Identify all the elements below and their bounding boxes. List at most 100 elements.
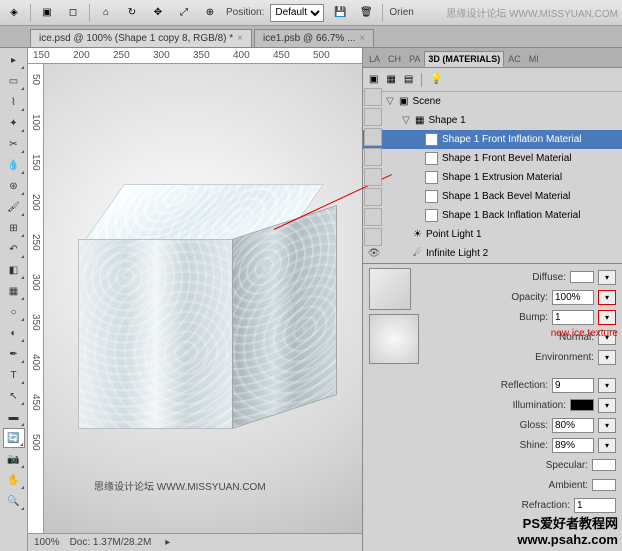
orien-label: Orien bbox=[389, 7, 413, 18]
stamp-tool[interactable]: ⊞ bbox=[3, 218, 25, 238]
illumination-texture-icon[interactable]: ▾ bbox=[598, 398, 616, 413]
gloss-label: Gloss: bbox=[425, 420, 548, 431]
dodge-tool[interactable]: ◐ bbox=[3, 323, 25, 343]
shine-input[interactable] bbox=[552, 438, 594, 453]
tool-preset-icon[interactable]: ◈ bbox=[4, 3, 24, 23]
tab-ice-psd[interactable]: ice.psd @ 100% (Shape 1 copy 8, RGB/8) *… bbox=[30, 29, 252, 47]
panels: LA CH PA 3D (MATERIALS) AC MI ▣ ▦ ▤ 💡 👁▽… bbox=[362, 48, 622, 551]
bump-label: Bump: bbox=[425, 312, 548, 323]
crop-tool[interactable]: ✂ bbox=[3, 134, 25, 154]
material-front-bevel[interactable]: Shape 1 Front Bevel Material bbox=[363, 149, 622, 168]
bump-input[interactable] bbox=[552, 310, 594, 325]
heal-tool[interactable]: ⊛ bbox=[3, 176, 25, 196]
material-extrusion[interactable]: Shape 1 Extrusion Material bbox=[363, 168, 622, 187]
refraction-input[interactable] bbox=[574, 498, 616, 513]
watermark-bottom: PS爱好者教程网 www.psahz.com bbox=[517, 513, 618, 547]
eraser-tool[interactable]: ◧ bbox=[3, 260, 25, 280]
opacity-input[interactable] bbox=[552, 290, 594, 305]
tab-channels[interactable]: CH bbox=[384, 51, 405, 67]
cube-wire-icon[interactable]: ◻ bbox=[63, 3, 83, 23]
close-icon[interactable]: × bbox=[359, 33, 365, 44]
save-preset-icon[interactable]: 💾 bbox=[330, 3, 350, 23]
illumination-label: Illumination: bbox=[425, 400, 566, 411]
collapsed-panel-icon[interactable] bbox=[364, 168, 382, 186]
filter-light-icon[interactable]: 💡 bbox=[430, 74, 442, 85]
delete-preset-icon[interactable]: 🗑 bbox=[356, 3, 376, 23]
history-brush-tool[interactable]: ↶ bbox=[3, 239, 25, 259]
shine-texture-icon[interactable]: ▾ bbox=[598, 438, 616, 453]
diffuse-swatch[interactable] bbox=[570, 271, 594, 283]
ambient-swatch[interactable] bbox=[592, 479, 616, 491]
options-bar: ◈ ▣ ◻ ⌂ ↻ ✥ ⤢ ⊕ Position: Default 💾 🗑 Or… bbox=[0, 0, 622, 26]
pen-tool[interactable]: ✒ bbox=[3, 344, 25, 364]
rotate-icon[interactable]: ↻ bbox=[122, 3, 142, 23]
marquee-tool[interactable]: ▭ bbox=[3, 71, 25, 91]
material-back-inflation[interactable]: Shape 1 Back Inflation Material bbox=[363, 206, 622, 225]
blur-tool[interactable]: ○ bbox=[3, 302, 25, 322]
tab-actions[interactable]: AC bbox=[504, 51, 525, 67]
collapsed-panel-icon[interactable] bbox=[364, 128, 382, 146]
close-icon[interactable]: × bbox=[237, 33, 243, 44]
shape-node[interactable]: 👁▽▦Shape 1 bbox=[363, 111, 622, 130]
move-tool[interactable]: ▸ bbox=[3, 50, 25, 70]
tab-3d-materials[interactable]: 3D (MATERIALS) bbox=[424, 51, 504, 67]
collapsed-panel-icon[interactable] bbox=[364, 108, 382, 126]
illumination-swatch[interactable] bbox=[570, 399, 594, 411]
home-icon[interactable]: ⌂ bbox=[96, 3, 116, 23]
3d-rotate-tool[interactable]: 🔄 bbox=[3, 428, 25, 448]
light-point[interactable]: 👁☀Point Light 1 bbox=[363, 225, 622, 244]
gloss-input[interactable] bbox=[552, 418, 594, 433]
wand-tool[interactable]: ✦ bbox=[3, 113, 25, 133]
zoom-icon[interactable]: ⊕ bbox=[200, 3, 220, 23]
environment-texture-icon[interactable]: ▾ bbox=[598, 350, 616, 365]
diffuse-texture-icon[interactable]: ▾ bbox=[598, 270, 616, 285]
ambient-label: Ambient: bbox=[425, 480, 588, 491]
ruler-horizontal: 150200250300350400450500 bbox=[28, 48, 362, 64]
zoom-tool[interactable]: 🔍 bbox=[3, 491, 25, 511]
collapsed-panel-icon[interactable] bbox=[364, 188, 382, 206]
collapsed-panel-icon[interactable] bbox=[364, 148, 382, 166]
tab-ice1-psb[interactable]: ice1.psb @ 66.7% ...× bbox=[254, 29, 374, 47]
material-front-inflation[interactable]: Shape 1 Front Inflation Material bbox=[363, 130, 622, 149]
gradient-tool[interactable]: ▦ bbox=[3, 281, 25, 301]
shape-tool[interactable]: ▬ bbox=[3, 407, 25, 427]
specular-swatch[interactable] bbox=[592, 459, 616, 471]
gloss-texture-icon[interactable]: ▾ bbox=[598, 418, 616, 433]
scene-root[interactable]: 👁▽▣Scene bbox=[363, 92, 622, 111]
zoom-level[interactable]: 100% bbox=[34, 537, 60, 548]
material-preview-sphere[interactable] bbox=[369, 314, 419, 364]
brush-tool[interactable]: 🖌 bbox=[3, 197, 25, 217]
bump-texture-icon[interactable]: ▾ bbox=[598, 310, 616, 325]
refraction-label: Refraction: bbox=[425, 500, 570, 511]
canvas[interactable]: 思缘设计论坛 WWW.MISSYUAN.COM bbox=[44, 64, 362, 533]
eyedropper-tool[interactable]: 💧 bbox=[3, 155, 25, 175]
filter-material-icon[interactable]: ▤ bbox=[404, 74, 413, 85]
material-back-bevel[interactable]: Shape 1 Back Bevel Material bbox=[363, 187, 622, 206]
scene-tree: 👁▽▣Scene 👁▽▦Shape 1 Shape 1 Front Inflat… bbox=[363, 92, 622, 264]
status-bar: 100% Doc: 1.37M/28.2M ▸ bbox=[28, 533, 362, 551]
hand-tool[interactable]: ✋ bbox=[3, 470, 25, 490]
collapsed-panel-icon[interactable] bbox=[364, 208, 382, 226]
reflection-texture-icon[interactable]: ▾ bbox=[598, 378, 616, 393]
lasso-tool[interactable]: ⌇ bbox=[3, 92, 25, 112]
tab-paths[interactable]: PA bbox=[405, 51, 424, 67]
material-preview-small[interactable] bbox=[369, 268, 411, 310]
path-tool[interactable]: ↖ bbox=[3, 386, 25, 406]
type-tool[interactable]: T bbox=[3, 365, 25, 385]
3d-camera-tool[interactable]: 📷 bbox=[3, 449, 25, 469]
material-properties: Diffuse:▾ Opacity:▾ Bump:▾ Normal:▾ new … bbox=[363, 264, 622, 518]
position-select[interactable]: Default bbox=[270, 4, 324, 22]
filter-mesh-icon[interactable]: ▦ bbox=[386, 74, 395, 85]
cube-icon[interactable]: ▣ bbox=[37, 3, 57, 23]
opacity-texture-icon[interactable]: ▾ bbox=[598, 290, 616, 305]
collapsed-panel-icon[interactable] bbox=[364, 88, 382, 106]
ice-cube-3d[interactable] bbox=[83, 184, 323, 434]
move-icon[interactable]: ✥ bbox=[148, 3, 168, 23]
panel-tabs: LA CH PA 3D (MATERIALS) AC MI bbox=[363, 48, 622, 68]
collapsed-panel-icon[interactable] bbox=[364, 228, 382, 246]
3d-filter-toolbar: ▣ ▦ ▤ 💡 bbox=[363, 68, 622, 92]
scale-icon[interactable]: ⤢ bbox=[174, 3, 194, 23]
reflection-input[interactable] bbox=[552, 378, 594, 393]
tab-mi[interactable]: MI bbox=[525, 51, 543, 67]
light-infinite[interactable]: 👁☄Infinite Light 2 bbox=[363, 244, 622, 263]
